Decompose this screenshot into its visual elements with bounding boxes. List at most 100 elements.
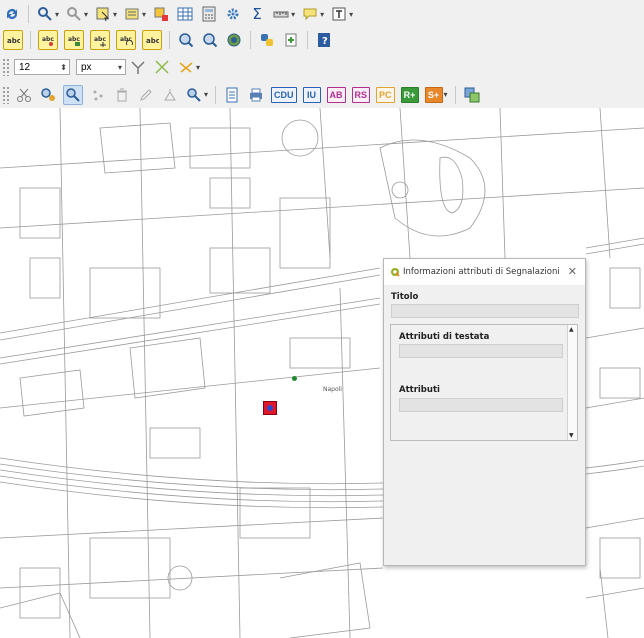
qgis-logo-icon — [391, 268, 400, 277]
rs-button[interactable]: RS — [351, 86, 371, 103]
scroll-down-icon[interactable]: ▼ — [569, 432, 574, 439]
chevron-down-icon[interactable]: ▾ — [349, 10, 353, 19]
separator — [215, 85, 217, 104]
identify-user-icon[interactable] — [39, 86, 57, 104]
attributi-testata-field[interactable] — [399, 344, 563, 358]
refresh-icon[interactable] — [3, 5, 21, 23]
pencil-icon[interactable] — [137, 86, 155, 104]
plugin-manager-icon[interactable] — [282, 31, 300, 49]
identify-active-icon[interactable] — [63, 84, 83, 105]
separator — [28, 5, 29, 23]
chevron-down-icon[interactable]: ▾ — [118, 60, 122, 76]
toolbar-grip[interactable] — [2, 58, 10, 76]
trash-icon[interactable] — [113, 86, 131, 104]
scissors-icon[interactable] — [15, 86, 33, 104]
statistical-summary-button[interactable]: Σ — [248, 5, 266, 23]
s-plus-button[interactable]: S+ — [424, 86, 443, 103]
separator — [250, 30, 251, 49]
separator — [30, 30, 31, 49]
svg-text:?: ? — [322, 36, 328, 47]
zoom-out-icon[interactable] — [201, 31, 219, 49]
iu-button[interactable]: IU — [302, 86, 321, 103]
toolbar-grip[interactable] — [2, 85, 10, 104]
pin-labels-icon[interactable]: abc — [38, 29, 58, 50]
map-point-feature[interactable] — [292, 376, 297, 381]
gear-icon[interactable] — [224, 5, 242, 23]
symbol-unit-value: px — [81, 62, 92, 73]
deselect-features-icon[interactable] — [152, 5, 170, 23]
toolbar-row-1: ▾ ▾ ▾ ▾ Σ ▾ ▾ ▾ — [0, 2, 644, 26]
move-feature-icon[interactable] — [161, 86, 179, 104]
help-icon[interactable]: ? — [315, 31, 333, 49]
svg-text:abc: abc — [120, 36, 132, 43]
move-label-icon[interactable]: abc — [90, 29, 110, 50]
sync-icon[interactable] — [463, 86, 481, 104]
toolbar-area: ▾ ▾ ▾ ▾ Σ ▾ ▾ ▾ abc abc abc abc abc abc … — [0, 0, 644, 108]
zoom-select-icon[interactable] — [65, 5, 83, 23]
attributi-label: Attributi — [399, 385, 440, 395]
document-icon[interactable] — [223, 86, 241, 104]
chevron-down-icon[interactable]: ▾ — [204, 90, 208, 99]
symbol-size-value: 12 — [19, 62, 31, 73]
change-label-icon[interactable]: abc — [142, 29, 162, 50]
chevron-down-icon[interactable]: ▾ — [113, 10, 117, 19]
svg-text:abc: abc — [7, 37, 20, 45]
attributi-testata-label: Attributi di testata — [399, 332, 490, 342]
chevron-down-icon[interactable]: ▾ — [444, 90, 448, 99]
titolo-field[interactable] — [391, 304, 579, 318]
add-point-icon[interactable] — [89, 86, 107, 104]
search-icon[interactable] — [185, 86, 203, 104]
svg-text:abc: abc — [94, 36, 106, 43]
chevron-down-icon[interactable]: ▾ — [291, 10, 295, 19]
cdu-button[interactable]: CDU — [271, 86, 297, 103]
chevron-down-icon[interactable]: ▾ — [142, 10, 146, 19]
svg-text:abc: abc — [146, 37, 159, 45]
rotate-label-icon[interactable]: abc — [116, 29, 136, 50]
split-line-icon[interactable] — [177, 58, 195, 76]
pc-button[interactable]: PC — [376, 86, 395, 103]
selected-feature-marker[interactable] — [263, 401, 277, 415]
vertical-scrollbar[interactable]: ▲ ▼ — [567, 325, 577, 440]
scroll-up-icon[interactable]: ▲ — [569, 326, 574, 333]
python-console-icon[interactable] — [258, 31, 276, 49]
separator — [307, 30, 308, 49]
measure-line-icon[interactable] — [272, 5, 290, 23]
attribute-info-dialog: Informazioni attributi di Segnalazioni ✕… — [383, 258, 586, 566]
separator — [169, 30, 170, 49]
spin-arrows-icon[interactable]: ⬍ — [60, 60, 67, 76]
identify-features-icon[interactable] — [36, 5, 54, 23]
attribute-table-icon[interactable] — [176, 5, 194, 23]
close-icon[interactable]: ✕ — [568, 265, 577, 278]
text-annotation-icon[interactable] — [330, 5, 348, 23]
select-by-value-icon[interactable] — [123, 5, 141, 23]
symbol-unit-select[interactable]: px ▾ — [76, 59, 126, 75]
r-plus-button[interactable]: R+ — [400, 86, 419, 103]
label-tool-icon[interactable]: abc — [3, 29, 23, 50]
select-features-icon[interactable] — [94, 5, 112, 23]
symbol-size-input[interactable]: 12 ⬍ — [14, 59, 70, 75]
svg-text:abc: abc — [42, 36, 54, 43]
separator — [454, 85, 456, 104]
zoom-in-icon[interactable] — [177, 31, 195, 49]
zoom-full-icon[interactable] — [225, 31, 243, 49]
chevron-down-icon[interactable]: ▾ — [320, 10, 324, 19]
toolbar-row-3: 12 ⬍ px ▾ ▾ — [0, 55, 644, 79]
map-place-label: Napoli — [323, 386, 342, 393]
dialog-title-bar[interactable]: Informazioni attributi di Segnalazioni ✕ — [384, 259, 585, 285]
printer-icon[interactable] — [247, 86, 265, 104]
show-hide-labels-icon[interactable]: abc — [64, 29, 84, 50]
chevron-down-icon[interactable]: ▾ — [84, 10, 88, 19]
ab-button[interactable]: AB — [326, 86, 346, 103]
svg-text:abc: abc — [68, 36, 80, 43]
toolbar-row-2: abc abc abc abc abc abc ? — [0, 27, 644, 52]
chevron-down-icon[interactable]: ▾ — [55, 10, 59, 19]
attributi-field[interactable] — [399, 398, 563, 412]
trace-line-icon[interactable] — [129, 58, 147, 76]
titolo-label: Titolo — [391, 292, 419, 302]
map-tips-icon[interactable] — [301, 5, 319, 23]
field-calculator-icon[interactable] — [200, 5, 218, 23]
cross-line-icon[interactable] — [153, 58, 171, 76]
attributes-scroll-area[interactable]: Attributi di testata Attributi ▲ ▼ — [390, 324, 578, 441]
chevron-down-icon[interactable]: ▾ — [196, 63, 200, 72]
toolbar-row-4: ▾ CDU IU AB RS PC R+ S+ ▾ — [0, 82, 644, 107]
